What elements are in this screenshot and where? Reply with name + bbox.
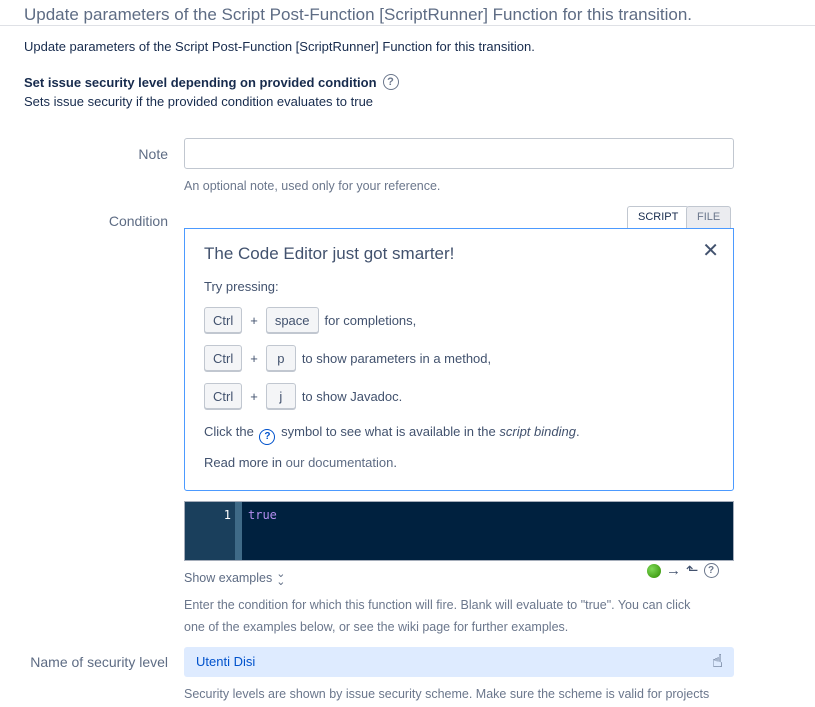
shortcut-description: for completions, <box>324 312 417 328</box>
tip-title: The Code Editor just got smarter! <box>204 244 455 263</box>
kbd-plus: + <box>250 312 258 328</box>
security-level-label: Name of security level <box>30 654 168 670</box>
note-hint: An optional note, used only for your ref… <box>184 179 441 193</box>
condition-hint-line-2: one of the examples below, or see the wi… <box>184 620 569 634</box>
tip-try-pressing: Try pressing: <box>204 279 279 294</box>
kbd-plus: + <box>250 350 258 366</box>
editor-gutter-marker <box>235 502 242 560</box>
show-examples-toggle[interactable]: Show examples ⌄ ⌄ <box>184 568 286 588</box>
read-more-pre: Read more in <box>204 455 283 470</box>
shortcut-row-parameters: Ctrl + p to show parameters in a method, <box>204 345 491 371</box>
kbd-p: p <box>265 345 296 371</box>
kbd-ctrl: Ctrl <box>204 345 243 371</box>
kbd-j: j <box>265 383 296 409</box>
question-circle-icon[interactable]: ? <box>703 563 719 578</box>
intro-text: Update parameters of the Script Post-Fun… <box>24 39 535 54</box>
kbd-ctrl: Ctrl <box>204 307 243 333</box>
close-icon[interactable]: ✕ <box>702 241 719 261</box>
code-editor[interactable]: 1 true <box>184 501 734 561</box>
kbd-plus: + <box>250 388 258 404</box>
read-more-post: . <box>393 455 397 470</box>
binding-text-em: script binding <box>499 424 576 439</box>
line-number: 1 <box>223 508 231 522</box>
kbd-space: space <box>265 307 319 333</box>
shortcut-description: to show parameters in a method, <box>301 350 492 366</box>
tab-script[interactable]: SCRIPT <box>627 206 690 229</box>
tip-binding-text: Click the ? symbol to see what is availa… <box>204 424 580 445</box>
code-editor-tip-panel: The Code Editor just got smarter! ✕ Try … <box>184 228 734 491</box>
security-level-hint: Security levels are shown by issue secur… <box>184 687 710 701</box>
shortcut-row-javadoc: Ctrl + j to show Javadoc. <box>204 383 402 409</box>
function-title-text: Set issue security level depending on pr… <box>24 74 377 90</box>
editor-toolbar: → ⬑ ? <box>647 563 719 578</box>
double-chevron-down-icon: ⌄ ⌄ <box>276 568 286 588</box>
page-title: Update parameters of the Script Post-Fun… <box>24 5 693 24</box>
tip-read-more: Read more in our documentation. <box>204 455 397 470</box>
question-circle-icon[interactable]: ? <box>382 74 399 90</box>
function-title: Set issue security level depending on pr… <box>24 74 399 90</box>
binding-text-pre: Click the <box>204 424 254 439</box>
binding-text-post: . <box>575 424 580 439</box>
function-description: Sets issue security if the provided cond… <box>24 94 374 109</box>
status-ok-icon <box>647 563 661 578</box>
security-level-select[interactable]: Utenti Disi <box>184 647 734 677</box>
arrow-right-icon[interactable]: → <box>666 563 681 578</box>
question-circle-icon: ? <box>259 428 276 445</box>
kbd-ctrl: Ctrl <box>204 383 243 409</box>
tab-file[interactable]: FILE <box>686 206 732 229</box>
heading-divider <box>0 25 815 26</box>
note-input[interactable] <box>184 138 734 169</box>
show-examples-label: Show examples <box>184 571 273 585</box>
shortcut-row-completions: Ctrl + space for completions, <box>204 307 416 333</box>
binding-text-mid: symbol to see what is available in the <box>281 424 496 439</box>
condition-label: Condition <box>108 213 168 229</box>
code-line[interactable]: true <box>248 508 277 522</box>
shortcut-description: to show Javadoc. <box>301 388 403 404</box>
hand-cursor-icon: ☝ <box>712 651 723 671</box>
documentation-link[interactable]: our documentation <box>286 455 394 470</box>
condition-hint-line-1: Enter the condition for which this funct… <box>184 598 691 612</box>
note-label: Note <box>138 146 168 162</box>
arrow-up-left-icon[interactable]: ⬑ <box>686 563 699 578</box>
